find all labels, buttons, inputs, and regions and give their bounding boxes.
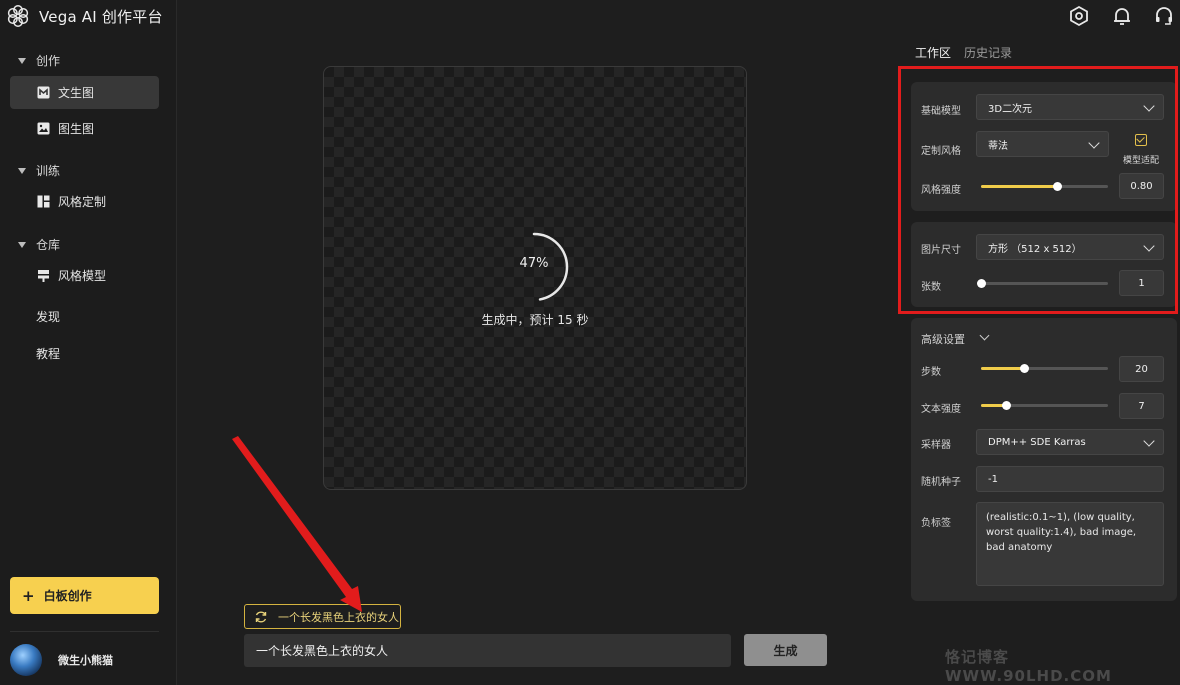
user-profile[interactable]: 微生小熊猫 [10,644,113,676]
caret-down-icon [18,57,26,64]
section-create[interactable]: 创作 [18,52,60,69]
picture-icon [37,122,50,135]
tab-history[interactable]: 历史记录 [964,44,1012,61]
steps-slider[interactable] [981,364,1108,373]
section-label: 训练 [36,164,61,178]
style-strength-label: 风格强度 [921,185,961,196]
section-label: 创作 [36,54,61,68]
caret-down-icon [18,241,26,248]
vega-logo-icon [7,5,29,27]
sidebar-link-discover[interactable]: 发现 [36,308,60,325]
generation-status: 生成中，预计 15 秒 [481,313,589,327]
chevron-down-icon [1088,137,1100,149]
sampler-label: 采样器 [921,440,951,451]
watermark: 恪记博客 WWW.90LHD.COM [945,648,1112,685]
sidebar-item-label: 图生图 [58,122,95,136]
model-fit-label: 模型适配 [1122,156,1159,166]
sidebar-item-label: 风格定制 [58,195,107,209]
seed-input[interactable]: -1 [976,466,1164,492]
negative-prompt-textarea[interactable]: (realistic:0.1~1), (low quality, worst q… [976,502,1164,586]
sidebar-item-image-to-image[interactable]: 图生图 [10,112,159,145]
tab-workspace[interactable]: 工作区 [915,44,951,61]
prompt-history-chip[interactable]: 一个长发黑色上衣的女人 [244,604,401,629]
avatar[interactable] [10,644,42,676]
chevron-down-icon [1143,100,1155,112]
progress-percent: 47% [519,256,549,271]
image-size-select[interactable]: 方形 （512 x 512） [976,234,1164,260]
section-repo[interactable]: 仓库 [18,236,60,253]
sampler-value: DPM++ SDE Karras [988,436,1086,448]
base-model-value: 3D二次元 [988,103,1033,115]
whiteboard-create-button[interactable]: + 白板创作 [10,577,159,614]
steps-label: 步数 [921,367,941,378]
generate-button[interactable]: 生成 [744,634,827,666]
sidebar-item-style-custom[interactable]: 风格定制 [10,185,159,218]
chevron-down-icon [1143,435,1155,447]
model-fit-checkbox[interactable]: 模型适配 [1119,134,1163,167]
plus-icon: + [22,586,35,605]
checkbox-checked-icon [1135,134,1147,146]
divider [10,631,159,632]
whiteboard-button-label: 白板创作 [43,589,92,603]
slider-fill [981,367,1025,370]
count-label: 张数 [921,282,941,293]
negative-prompt-label: 负标签 [921,518,951,529]
sidebar-item-label: 文生图 [58,86,95,100]
section-label: 仓库 [36,238,61,252]
custom-style-label: 定制风格 [921,146,961,157]
count-slider[interactable] [977,279,1108,288]
style-strength-slider[interactable] [981,182,1108,191]
grid-blocks-icon [37,195,50,208]
sidebar-link-tutorial[interactable]: 教程 [36,345,60,362]
sidebar: Vega AI 创作平台 创作 文生图 图生图 训练 风格定制 仓库 风格模型 … [0,0,177,685]
chevron-down-icon [1143,240,1155,252]
slider-handle[interactable] [977,279,986,288]
prompt-input[interactable] [244,634,731,667]
slider-fill [981,185,1058,188]
base-model-label: 基础模型 [921,106,961,117]
image-size-value: 方形 （512 x 512） [988,243,1082,255]
seed-value: -1 [988,473,998,485]
advanced-settings-toggle[interactable]: 高级设置 [921,331,965,347]
settings-hex-icon[interactable] [1068,5,1090,27]
custom-style-value: 蒂法 [988,140,1008,152]
headset-icon[interactable] [1153,5,1175,27]
image-frame-icon [37,86,50,99]
base-model-select[interactable]: 3D二次元 [976,94,1164,120]
sidebar-item-text-to-image[interactable]: 文生图 [10,76,159,109]
section-train[interactable]: 训练 [18,162,60,179]
brand[interactable]: Vega AI 创作平台 [6,4,163,28]
sidebar-item-style-models[interactable]: 风格模型 [10,259,159,292]
custom-style-select[interactable]: 蒂法 [976,131,1109,157]
text-strength-slider[interactable] [981,401,1108,410]
sidebar-item-label: 风格模型 [58,269,107,283]
seed-label: 随机种子 [921,477,961,488]
steps-value[interactable]: 20 [1119,356,1164,382]
bell-icon[interactable] [1111,5,1133,27]
count-value[interactable]: 1 [1119,270,1164,296]
caret-down-icon [18,167,26,174]
refresh-icon [255,611,267,622]
sampler-select[interactable]: DPM++ SDE Karras [976,429,1164,455]
user-name: 微生小熊猫 [58,654,113,667]
text-strength-label: 文本强度 [921,404,961,415]
app-title: Vega AI 创作平台 [39,7,163,26]
signpost-icon [38,270,49,282]
history-chip-label: 一个长发黑色上衣的女人 [278,610,399,624]
style-strength-value[interactable]: 0.80 [1119,173,1164,199]
text-strength-value[interactable]: 7 [1119,393,1164,419]
image-size-label: 图片尺寸 [921,245,961,256]
